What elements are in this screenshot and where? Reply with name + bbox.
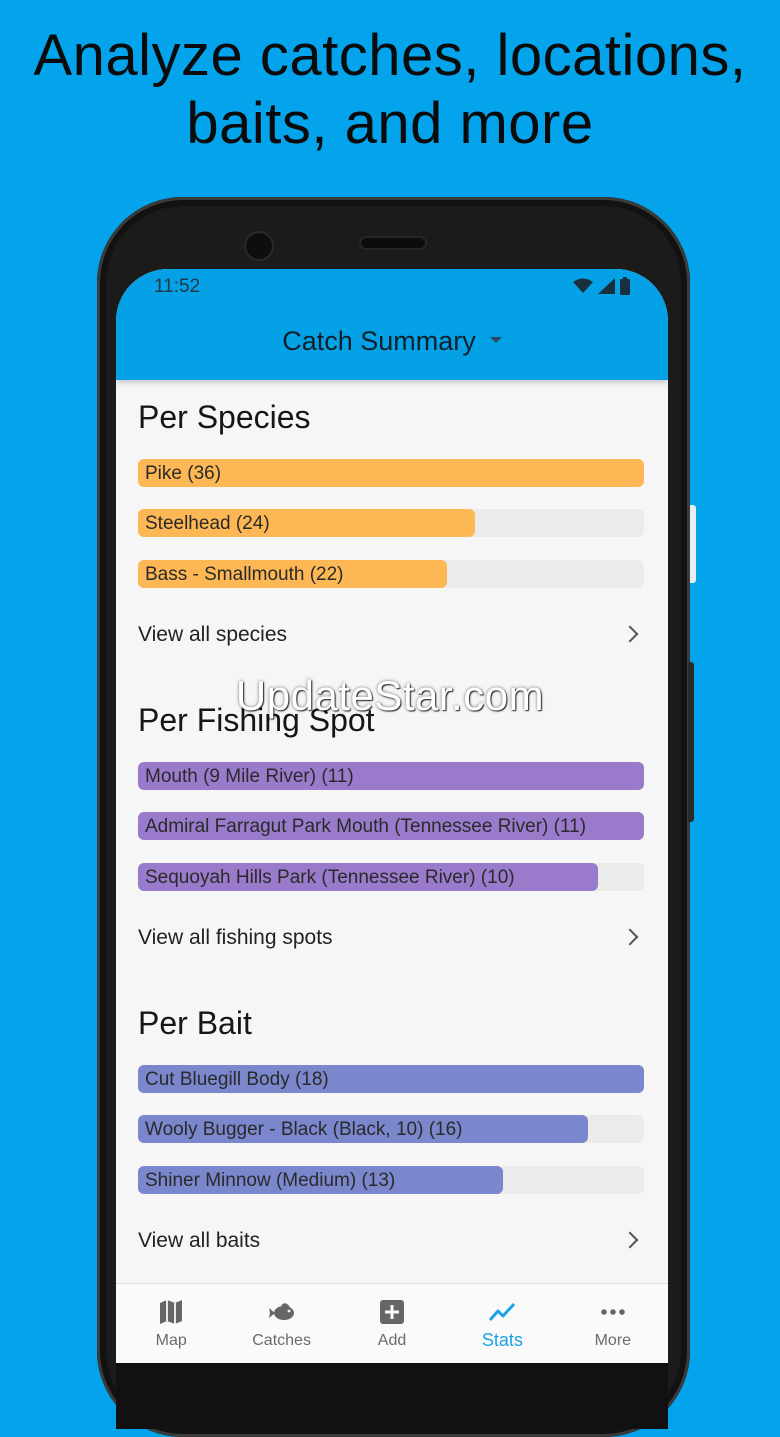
stats-content[interactable]: Per Species Pike (36) Steelhead (24) Bas… [116, 380, 668, 1283]
system-nav-area [116, 1363, 668, 1429]
phone-frame: 11:52 Catch Summary Per Species Pike (36… [97, 197, 696, 1437]
stats-icon [489, 1302, 516, 1321]
headline-line-1: Analyze catches, locations, [33, 23, 747, 88]
bait-bar-row[interactable]: Wooly Bugger - Black (Black, 10) (16) [138, 1115, 644, 1143]
headline-line-2: baits, and more [186, 91, 594, 156]
nav-label: Add [377, 1332, 407, 1349]
watermark: UpdateStar.com [235, 672, 545, 719]
bait-bar-row[interactable]: Shiner Minnow (Medium) (13) [138, 1166, 644, 1194]
view-all-fishing-spots-link[interactable]: View all fishing spots [138, 918, 644, 958]
chevron-right-icon [621, 1231, 639, 1249]
bar-label: Wooly Bugger - Black (Black, 10) (16) [145, 1119, 463, 1140]
more-icon [601, 1309, 625, 1315]
nav-label: Catches [252, 1332, 311, 1349]
view-all-label: View all baits [138, 1229, 261, 1252]
chevron-right-icon [621, 928, 639, 946]
app-bar: Catch Summary [116, 302, 668, 380]
promo-headline: Analyze catches, locations, baits, and m… [0, 22, 780, 158]
wifi-icon [573, 278, 593, 293]
chevron-right-icon [621, 625, 639, 643]
view-all-baits-link[interactable]: View all baits [138, 1221, 644, 1261]
bar-label: Shiner Minnow (Medium) (13) [145, 1170, 396, 1191]
status-bar: 11:52 [116, 269, 668, 302]
earpiece-speaker [361, 238, 425, 248]
nav-item-stats[interactable]: Stats [447, 1284, 557, 1364]
status-icons [573, 277, 630, 295]
nav-label: Map [155, 1332, 187, 1349]
phone-screen: 11:52 Catch Summary Per Species Pike (36… [116, 269, 668, 1429]
bait-bar-row[interactable]: Cut Bluegill Body (18) [138, 1065, 644, 1093]
view-all-label: View all species [138, 623, 288, 646]
species-section: Per Species Pike (36) Steelhead (24) Bas… [138, 397, 644, 646]
section-title: Per Bait [138, 1005, 252, 1041]
fishing-spot-bar-row[interactable]: Mouth (9 Mile River) (11) [138, 762, 644, 790]
bar-label: Pike (36) [145, 463, 222, 484]
nav-label: More [594, 1332, 632, 1349]
bait-section: Per Bait Cut Bluegill Body (18) Wooly Bu… [138, 1003, 644, 1252]
map-icon [160, 1300, 183, 1324]
status-time: 11:52 [154, 276, 201, 297]
species-bar-row[interactable]: Steelhead (24) [138, 509, 644, 537]
bar-label: Mouth (9 Mile River) (11) [145, 766, 354, 787]
species-bar-row[interactable]: Bass - Smallmouth (22) [138, 560, 644, 588]
signal-icon [598, 278, 615, 294]
nav-label: Stats [481, 1330, 523, 1350]
bar-label: Admiral Farragut Park Mouth (Tennessee R… [145, 816, 587, 837]
fish-icon [268, 1303, 294, 1320]
fishing-spot-bar-row[interactable]: Admiral Farragut Park Mouth (Tennessee R… [138, 812, 644, 840]
power-button [690, 505, 696, 583]
nav-item-map[interactable]: Map [116, 1284, 226, 1364]
battery-icon [620, 277, 630, 295]
bar-label: Cut Bluegill Body (18) [145, 1069, 329, 1090]
view-all-label: View all fishing spots [138, 926, 333, 949]
bar-label: Bass - Smallmouth (22) [145, 564, 344, 585]
bottom-navigation: Map Catches Add Stats More [116, 1283, 668, 1364]
nav-item-catches[interactable]: Catches [226, 1284, 336, 1364]
species-bar-row[interactable]: Pike (36) [138, 459, 644, 487]
add-icon [380, 1300, 405, 1324]
page-title: Catch Summary [282, 326, 476, 356]
nav-item-more[interactable]: More [558, 1284, 668, 1364]
caret-down-icon [489, 336, 502, 343]
nav-item-add[interactable]: Add [337, 1284, 447, 1364]
report-selector[interactable]: Catch Summary [116, 326, 668, 357]
bar-label: Steelhead (24) [145, 513, 270, 534]
front-camera [246, 233, 272, 259]
section-title: Per Species [138, 399, 311, 435]
fishing-spot-bar-row[interactable]: Sequoyah Hills Park (Tennessee River) (1… [138, 863, 644, 891]
view-all-species-link[interactable]: View all species [138, 615, 644, 655]
bar-label: Sequoyah Hills Park (Tennessee River) (1… [145, 867, 515, 888]
